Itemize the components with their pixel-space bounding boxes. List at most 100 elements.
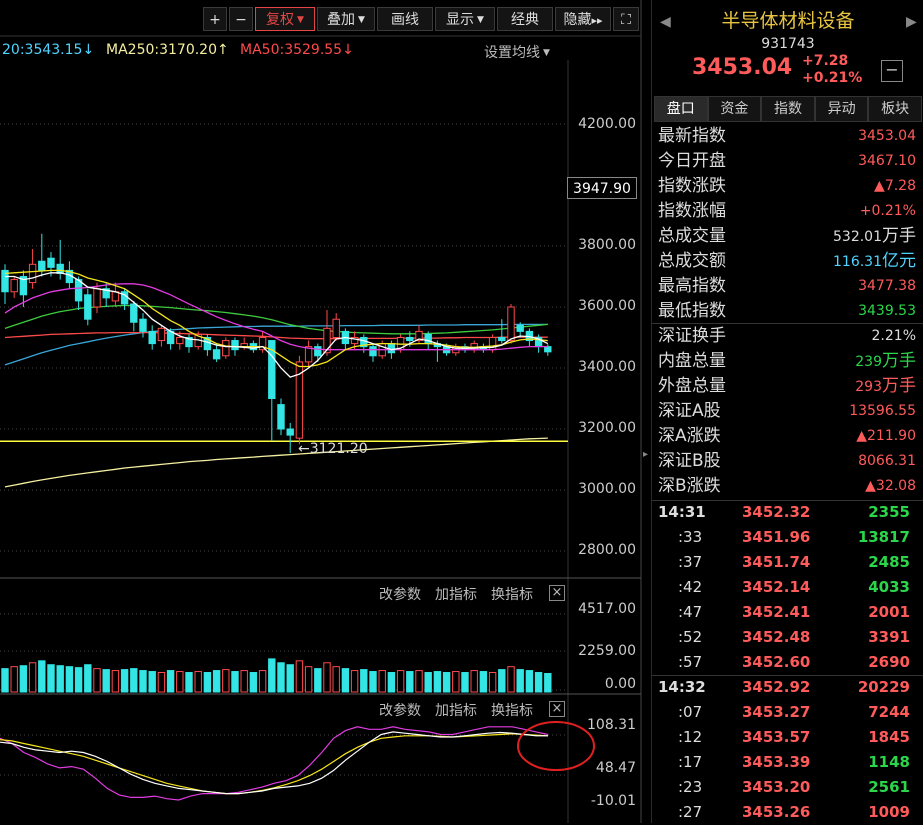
- candle-body: [130, 303, 138, 323]
- ma-blue-line: [4, 323, 548, 366]
- stat-value: 239万手: [855, 351, 916, 371]
- kline-chart[interactable]: [0, 0, 645, 823]
- vol-gaicanshu-link[interactable]: 改参数: [379, 584, 421, 604]
- tab-yidong[interactable]: 异动: [814, 96, 869, 122]
- price-axis-label: 3800.00: [578, 237, 636, 253]
- volume-bar: [341, 668, 350, 693]
- stat-value: 13596.55: [849, 403, 916, 419]
- tick-volume: 20229: [857, 678, 910, 696]
- volume-bar: [323, 662, 331, 693]
- macd-huanzhibiao-link[interactable]: 换指标: [491, 700, 533, 720]
- stat-label: 深B涨跌: [658, 476, 721, 496]
- tick-time: :52: [678, 628, 703, 646]
- stat-row: 内盘总量 239万手: [658, 349, 916, 374]
- vol-axis-label: 4517.00: [578, 601, 636, 617]
- volume-bar: [534, 672, 543, 693]
- ma50-legend: MA50:3529.55↓: [240, 42, 354, 58]
- candle-body: [387, 343, 396, 354]
- stat-label: 外盘总量: [658, 376, 726, 396]
- ma20-legend: 20:3543.15↓: [2, 42, 94, 58]
- tick-row: 14:31 3452.32 2355: [652, 500, 923, 525]
- volume-bar: [387, 672, 396, 693]
- tick-row: :37 3451.74 2485: [652, 550, 923, 575]
- candle-body: [314, 346, 322, 357]
- zoom-in-button[interactable]: +: [203, 7, 227, 31]
- tick-volume: 1148: [868, 753, 910, 771]
- diejia-dropdown[interactable]: 叠加 ▼: [317, 7, 375, 31]
- ma250-legend: MA250:3170.20↑: [106, 42, 229, 58]
- stat-label: 最高指数: [658, 276, 726, 296]
- stat-label: 深证A股: [658, 401, 721, 421]
- index-change-pct: +0.21%: [802, 70, 863, 86]
- stat-row: 深证换手 2.21%: [658, 324, 916, 349]
- minimize-icon[interactable]: −: [881, 60, 903, 82]
- caret-down-icon: ▼: [543, 48, 550, 58]
- volume-bar: [194, 671, 202, 693]
- candle-body: [498, 337, 506, 342]
- vol-jiazhibiao-link[interactable]: 加指标: [435, 584, 477, 604]
- candle-body: [47, 257, 55, 268]
- zoom-out-button[interactable]: −: [229, 7, 253, 31]
- jingdian-button[interactable]: 经典: [497, 7, 553, 31]
- panel-collapse-handle[interactable]: ▸: [643, 440, 651, 470]
- volume-bar: [1, 668, 9, 693]
- volume-bar: [479, 671, 488, 693]
- candle-body: [157, 327, 166, 342]
- stat-label: 指数涨跌: [658, 176, 726, 196]
- fullscreen-icon[interactable]: ⛶: [613, 7, 639, 31]
- price-axis-label: 3400.00: [578, 359, 636, 375]
- tab-pankou[interactable]: 盘口: [654, 96, 708, 122]
- diejia-label: 叠加: [327, 12, 356, 28]
- stat-row: 外盘总量 293万手: [658, 374, 916, 399]
- price-axis-label: 2800.00: [578, 542, 636, 558]
- volume-bar: [461, 672, 469, 693]
- candle-body: [176, 337, 184, 345]
- stat-value: 3453.04: [858, 128, 916, 144]
- vol-axis-label: 2259.00: [578, 643, 636, 659]
- volume-bar: [544, 672, 552, 693]
- tick-time: :33: [678, 528, 703, 546]
- volume-bar: [148, 671, 156, 693]
- volume-bar: [295, 660, 304, 693]
- current-price-tag: 3947.90: [567, 177, 637, 199]
- yincang-button[interactable]: 隐藏▸▸: [555, 7, 611, 31]
- huaxian-button[interactable]: 画线: [377, 7, 433, 31]
- vol-close-icon[interactable]: ×: [549, 585, 565, 601]
- tick-time: :12: [678, 728, 703, 746]
- volume-bar: [277, 662, 285, 693]
- tick-price: 3453.20: [742, 778, 811, 796]
- volume-bar: [102, 669, 110, 693]
- macd-jiazhibiao-link[interactable]: 加指标: [435, 700, 477, 720]
- volume-bar: [28, 662, 37, 693]
- tick-volume: 2001: [868, 603, 910, 621]
- tab-zijin[interactable]: 资金: [707, 96, 762, 122]
- volume-bar: [369, 671, 377, 693]
- caret-down-icon: ▼: [477, 15, 484, 25]
- tick-row: :42 3452.14 4033: [652, 575, 923, 600]
- yincang-label: 隐藏: [563, 12, 592, 28]
- stat-value: 8066.31: [858, 453, 916, 469]
- volume-bar: [258, 670, 267, 693]
- candle-body: [56, 263, 64, 274]
- volume-bar: [111, 670, 120, 693]
- stat-value: 3467.10: [858, 153, 916, 169]
- tab-bankuai[interactable]: 板块: [868, 96, 922, 122]
- tick-volume: 2690: [868, 653, 910, 671]
- tick-price: 3451.74: [742, 553, 811, 571]
- candle-body: [28, 263, 37, 284]
- tick-time: :27: [678, 803, 703, 821]
- ma-settings-dropdown[interactable]: 设置均线 ▼: [484, 42, 550, 62]
- ma50-value: MA50:3529.55: [240, 42, 343, 58]
- vol-axis-label: 0.00: [604, 676, 636, 692]
- macd-close-icon[interactable]: ×: [549, 701, 565, 717]
- xianshi-dropdown[interactable]: 显示 ▼: [435, 7, 495, 31]
- fuquan-dropdown[interactable]: 复权 ▼: [255, 7, 315, 31]
- vol-huanzhibiao-link[interactable]: 换指标: [491, 584, 533, 604]
- low-price-marker: ←3121.20: [298, 441, 368, 457]
- tick-price: 3452.48: [742, 628, 811, 646]
- tab-zhishu[interactable]: 指数: [761, 96, 815, 122]
- ma250-line: [4, 437, 548, 488]
- tick-volume: 13817: [857, 528, 910, 546]
- stat-value: ▲7.28: [874, 178, 916, 194]
- macd-gaicanshu-link[interactable]: 改参数: [379, 700, 421, 720]
